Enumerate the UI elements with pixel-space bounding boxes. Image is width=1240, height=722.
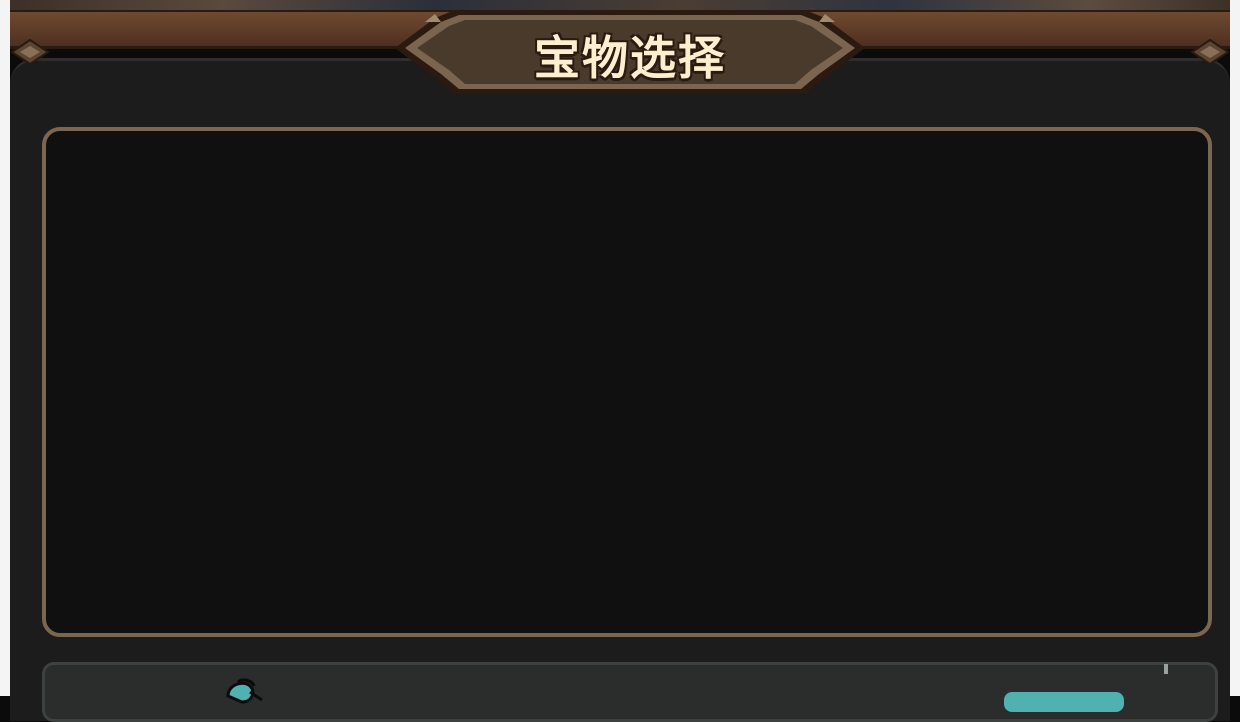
screen-edge-right — [1230, 0, 1240, 696]
scroll-icon — [226, 678, 263, 704]
title-plaque: 宝物选择 — [395, 4, 865, 100]
corner-ornament-right-icon — [1190, 38, 1230, 66]
page-title: 宝物选择 — [534, 31, 726, 85]
corner-ornament-left-icon — [10, 38, 50, 66]
card-notch — [1164, 664, 1168, 674]
treasure-display-area — [42, 127, 1212, 637]
screen-edge-left — [0, 0, 10, 696]
select-button[interactable] — [1004, 692, 1124, 712]
